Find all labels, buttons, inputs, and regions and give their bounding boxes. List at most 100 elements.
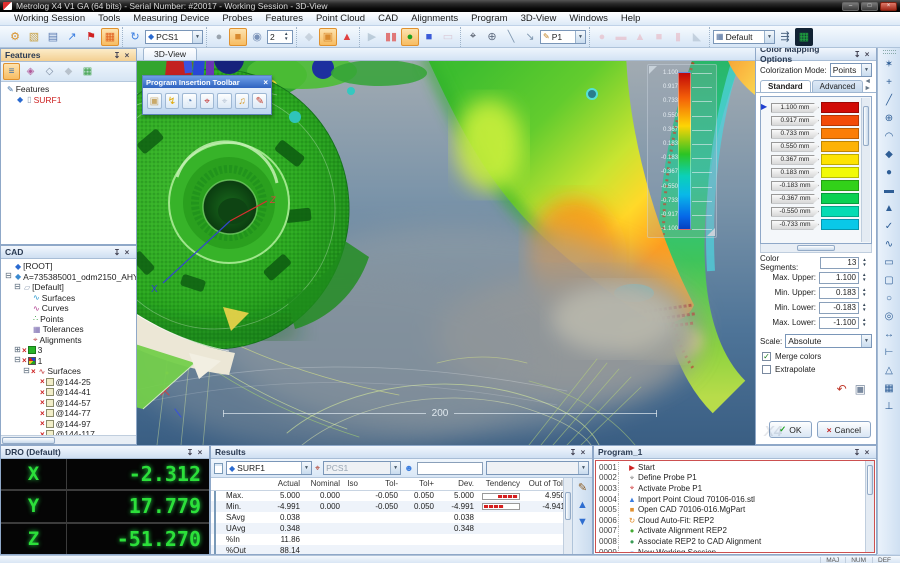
layer-color-swatch[interactable] <box>28 357 36 365</box>
ellipse-feature-icon[interactable]: ○ <box>880 291 898 306</box>
move-down-icon[interactable]: ▼ <box>574 515 592 528</box>
close-icon[interactable]: × <box>195 448 205 457</box>
scale-mode-select[interactable]: Absolute▼ <box>785 334 872 348</box>
cad-tree-item-144-41[interactable]: ×@144-41 <box>1 387 136 398</box>
field-input[interactable]: 1.100 <box>819 272 859 284</box>
color-scale-value-tag[interactable]: -0.733 mm <box>771 220 819 230</box>
color-mapping-icon[interactable]: ▦ <box>101 28 119 46</box>
tree-expander-icon[interactable]: ⊞ <box>13 346 22 355</box>
color-scale-value-tag[interactable]: 1.100 mm <box>771 103 819 113</box>
save-settings-icon[interactable]: ▣ <box>855 382 866 396</box>
xyz-axes-icon[interactable]: ⇶ <box>776 28 794 46</box>
field-input[interactable]: -1.100 <box>819 317 859 329</box>
results-row-in[interactable]: %In11.86 <box>211 534 563 545</box>
cylinder-feature-icon[interactable]: ▬ <box>880 183 898 198</box>
line-feature-icon[interactable]: ╱ <box>880 93 898 108</box>
menu-tools[interactable]: Tools <box>92 13 126 24</box>
menu-measuring-device[interactable]: Measuring Device <box>127 13 215 24</box>
toolbar-grip[interactable] <box>883 50 896 54</box>
color-scale-icon[interactable]: ▲ <box>338 28 356 46</box>
angle-measure-icon[interactable]: △ <box>880 363 898 378</box>
results-row-min[interactable]: Min.-4.9910.000-0.0500.050-4.991-4.941 <box>211 501 563 512</box>
move-up-icon[interactable]: ▲ <box>574 498 592 511</box>
merge-colors-checkbox[interactable]: ✓ <box>762 352 771 361</box>
color-scale-row[interactable]: 0.367 mm <box>765 153 859 166</box>
color-scale-value-tag[interactable]: 0.733 mm <box>771 129 819 139</box>
field-input[interactable]: 13 <box>820 257 859 269</box>
tab-3d-view[interactable]: 3D-View <box>143 47 197 60</box>
cad-tree-item-144-57[interactable]: ×@144-57 <box>1 398 136 409</box>
flag-checkpoint-icon[interactable]: ⚑ <box>82 28 100 46</box>
color-scale-band[interactable] <box>821 219 859 230</box>
program-step-0006[interactable]: 0006↻Cloud Auto-Fit: REP2 <box>596 515 865 526</box>
visibility-checkbox[interactable] <box>46 378 54 386</box>
field-spinner[interactable]: ▲▼ <box>862 258 870 267</box>
program-loop-icon[interactable]: ▭ <box>439 28 457 46</box>
insert-speed-icon[interactable]: ↯ <box>165 93 180 109</box>
dimension-measure-icon[interactable]: ⊢ <box>880 345 898 360</box>
pcs-rotate-icon[interactable]: ↻ <box>126 28 144 46</box>
distance-measure-icon[interactable]: ↔ <box>880 327 898 342</box>
sphere-feature-icon[interactable]: ● <box>593 28 611 46</box>
sphere-feature-icon[interactable]: ● <box>880 165 898 180</box>
scale-marker-icon[interactable]: ▶ <box>761 102 767 111</box>
cad-info-icon[interactable]: ▣ <box>319 28 337 46</box>
alignment-icon[interactable]: ⌖ <box>315 463 320 474</box>
dro-combo[interactable]: ▦Default▼ <box>713 30 775 44</box>
menu-working-session[interactable]: Working Session <box>8 13 91 24</box>
layer-color-swatch[interactable] <box>28 346 36 354</box>
minimize-button[interactable]: – <box>842 2 859 11</box>
color-scale-row[interactable]: 0.183 mm <box>765 166 859 179</box>
pin-icon[interactable]: ↧ <box>112 248 122 257</box>
plane-feature-icon[interactable]: ◣ <box>688 28 706 46</box>
feature-wizard-icon[interactable]: ✶ <box>880 57 898 72</box>
feature-dim-icon[interactable]: ◆ <box>60 63 77 80</box>
insert-pause-hand-icon[interactable]: ▣ <box>147 93 162 109</box>
field-spinner[interactable]: ▲▼ <box>862 273 870 282</box>
feature-color-icon[interactable]: ▦ <box>79 63 96 80</box>
color-scale-band[interactable] <box>821 193 859 204</box>
color-scale-band[interactable] <box>821 128 859 139</box>
tree-expander-icon[interactable]: ⊟ <box>22 367 31 376</box>
color-scale-band[interactable] <box>821 115 859 126</box>
program-pause-icon[interactable]: ▮▮ <box>382 28 400 46</box>
arc-feature-icon[interactable]: ◠ <box>880 129 898 144</box>
color-scale-value-tag[interactable]: 0.183 mm <box>771 168 819 178</box>
color-scale-row[interactable]: -0.367 mm <box>765 192 859 205</box>
pcs-combo[interactable]: ◆PCS1▼ <box>145 30 203 44</box>
tree-item-surf1[interactable]: ◆▯SURF1 <box>1 95 136 106</box>
close-button[interactable]: × <box>880 2 897 11</box>
results-row-out[interactable]: %Out88.14 <box>211 545 563 554</box>
plane-view-icon[interactable]: ◇ <box>41 63 58 80</box>
results-filter-input[interactable] <box>417 462 483 475</box>
cad-tree-item-144-97[interactable]: ×@144-97 <box>1 419 136 430</box>
probe-goto-icon[interactable]: ↘ <box>521 28 539 46</box>
visibility-checkbox[interactable] <box>46 399 54 407</box>
color-scale-row[interactable]: 0.550 mm <box>765 140 859 153</box>
color-scale-value-tag[interactable]: 0.917 mm <box>771 116 819 126</box>
cad-tree-item-3[interactable]: ⊞×3 <box>1 345 136 356</box>
close-icon[interactable]: × <box>122 248 132 257</box>
cone-feature-icon[interactable]: ▲ <box>880 201 898 216</box>
close-icon[interactable]: × <box>862 448 872 457</box>
colorization-mode-select[interactable]: Points▼ <box>830 63 872 77</box>
menu-program[interactable]: Program <box>465 13 513 24</box>
export-report-icon[interactable]: ↗ <box>63 28 81 46</box>
pcs-select[interactable]: PCS1▼ <box>323 461 401 475</box>
color-scale-band[interactable] <box>821 206 859 217</box>
menu-3d-view[interactable]: 3D-View <box>515 13 563 24</box>
wireframe-view-icon[interactable]: ◉ <box>248 28 266 46</box>
tab-scroll-arrows[interactable]: ◄ ► <box>864 78 872 92</box>
color-scale-value-tag[interactable]: 0.550 mm <box>771 142 819 152</box>
extrapolate-option[interactable]: Extrapolate <box>756 363 876 376</box>
pin-icon[interactable]: ↧ <box>185 448 195 457</box>
tab-standard[interactable]: Standard <box>760 80 811 92</box>
box-feature-icon[interactable]: ■ <box>650 28 668 46</box>
color-scale-band[interactable] <box>821 167 859 178</box>
solid-view-icon[interactable]: ■ <box>229 28 247 46</box>
probe-calibrate-icon[interactable]: ⌖ <box>464 28 482 46</box>
insert-gauge-icon[interactable]: ◔ <box>182 93 197 109</box>
color-scale-value-tag[interactable]: -0.550 mm <box>771 207 819 217</box>
program-vertical-scrollbar[interactable] <box>865 461 874 552</box>
color-scale-value-tag[interactable]: 0.367 mm <box>771 155 819 165</box>
